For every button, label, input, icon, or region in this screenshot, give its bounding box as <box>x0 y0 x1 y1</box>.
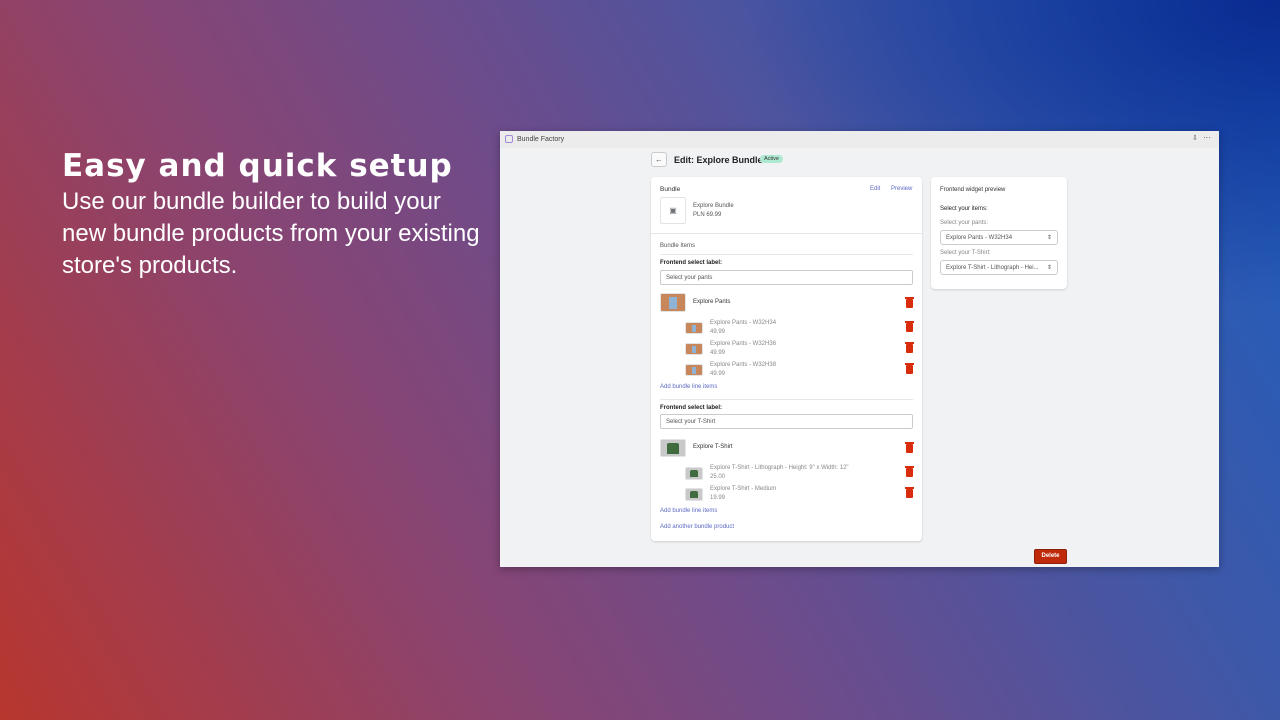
delete-line-icon[interactable] <box>905 466 914 477</box>
line-price: 49.99 <box>710 371 726 377</box>
status-badge: Active <box>760 155 783 163</box>
preview-field-label: Select your pants: <box>940 220 989 226</box>
bundle-items-heading: Bundle Items <box>660 243 696 249</box>
product-name: Explore T-Shirt <box>693 444 733 450</box>
product-thumbnail <box>660 439 686 457</box>
widget-preview-card: Frontend widget preview Select your item… <box>931 177 1067 289</box>
bundle-price: PLN 69.99 <box>693 212 722 218</box>
bundle-card: Bundle Edit Preview ▣ Explore Bundle PLN… <box>651 177 922 541</box>
divider <box>651 233 922 234</box>
product-name: Explore Pants <box>693 299 731 305</box>
product-thumbnail <box>660 293 686 312</box>
pin-icon[interactable]: ⇩ <box>1192 134 1198 142</box>
delete-line-icon[interactable] <box>905 321 914 332</box>
app-logo-icon <box>505 135 513 143</box>
preview-subheading: Select your items: <box>940 206 988 212</box>
edit-link[interactable]: Edit <box>870 186 880 192</box>
line-thumbnail <box>685 322 703 334</box>
line-name: Explore T-Shirt - Lithograph - Height: 9… <box>710 465 849 471</box>
delete-line-icon[interactable] <box>905 342 914 353</box>
preview-heading: Frontend widget preview <box>940 187 1006 193</box>
divider <box>660 399 913 400</box>
tshirt-select[interactable]: Explore T-Shirt - Lithograph - Hei... ⇕ <box>940 260 1058 275</box>
delete-product-icon[interactable] <box>905 442 914 453</box>
select-label: Frontend select label: <box>660 260 723 266</box>
delete-line-icon[interactable] <box>905 363 914 374</box>
pants-select-value: Explore Pants - W32H34 <box>946 235 1013 241</box>
line-thumbnail <box>685 467 703 480</box>
add-line-items-link[interactable]: Add bundle line items <box>660 508 717 514</box>
back-button[interactable]: ← <box>651 152 667 167</box>
app-name: Bundle Factory <box>517 136 565 143</box>
delete-button[interactable]: Delete <box>1034 549 1067 564</box>
bundle-name: Explore Bundle <box>693 203 734 209</box>
app-window: Bundle Factory ⇩ ··· ← Edit: Explore Bun… <box>500 131 1219 567</box>
preview-link[interactable]: Preview <box>891 186 912 192</box>
divider <box>660 254 913 255</box>
select-label: Frontend select label: <box>660 405 723 411</box>
select-arrows-icon: ⇕ <box>1046 265 1052 271</box>
more-icon[interactable]: ··· <box>1203 133 1211 142</box>
line-price: 49.99 <box>710 350 726 356</box>
line-price: 49.99 <box>710 329 726 335</box>
delete-line-icon[interactable] <box>905 487 914 498</box>
line-thumbnail <box>685 364 703 376</box>
pants-select[interactable]: Explore Pants - W32H34 ⇕ <box>940 230 1058 245</box>
preview-field-label: Select your T-Shirt: <box>940 250 991 256</box>
add-bundle-product-link[interactable]: Add another bundle product <box>660 524 734 530</box>
select-arrows-icon: ⇕ <box>1046 235 1052 241</box>
hero: Easy and quick setup Use our bundle buil… <box>62 146 482 282</box>
select-label-input[interactable]: Select your pants <box>660 270 913 285</box>
line-name: Explore Pants - W32H34 <box>710 320 777 326</box>
tshirt-select-value: Explore T-Shirt - Lithograph - Hei... <box>946 265 1039 271</box>
line-name: Explore Pants - W32H38 <box>710 362 777 368</box>
add-line-items-link[interactable]: Add bundle line items <box>660 384 717 390</box>
line-thumbnail <box>685 488 703 501</box>
select-label-input[interactable]: Select your T-Shirt <box>660 414 913 429</box>
hero-title: Easy and quick setup <box>62 148 453 184</box>
line-price: 19.99 <box>710 495 726 501</box>
line-price: 25.00 <box>710 474 726 480</box>
line-name: Explore T-Shirt - Medium <box>710 486 777 492</box>
line-name: Explore Pants - W32H36 <box>710 341 777 347</box>
line-thumbnail <box>685 343 703 355</box>
page-title: Edit: Explore Bundle <box>674 155 763 165</box>
delete-product-icon[interactable] <box>905 297 914 308</box>
title-bar: Bundle Factory ⇩ ··· <box>500 131 1219 148</box>
bundle-heading: Bundle <box>660 186 681 193</box>
bundle-image-placeholder-icon: ▣ <box>660 197 686 224</box>
hero-body: Use our bundle builder to build your new… <box>62 188 480 279</box>
